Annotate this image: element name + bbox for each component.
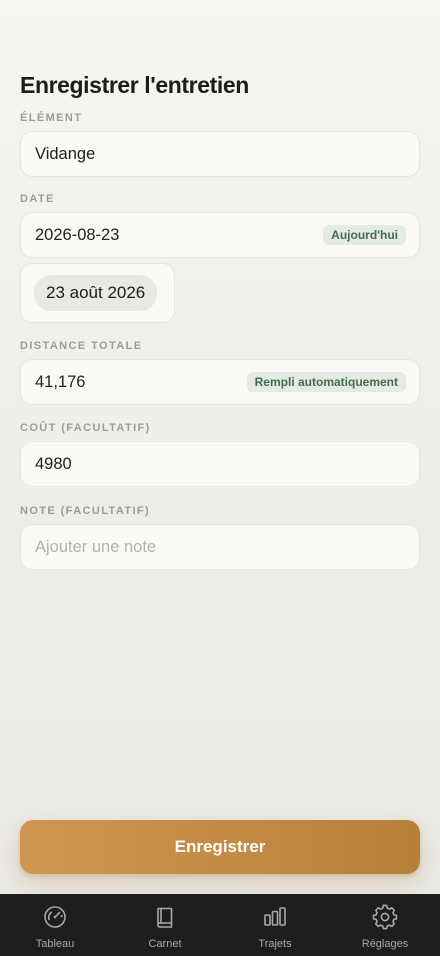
book-icon [152, 904, 178, 935]
element-label: ÉLÉMENT [20, 112, 83, 124]
tab-label-carnet: Carnet [148, 938, 182, 950]
gear-icon [372, 904, 398, 935]
distance-label: DISTANCE TOTALE [20, 340, 143, 352]
page-title: Enregistrer l'entretien [20, 72, 249, 98]
date-value: 2026-08-23 [35, 225, 120, 244]
tab-label-trajets: Trajets [258, 938, 292, 950]
tab-reglages[interactable]: Réglages [330, 894, 440, 956]
tab-carnet[interactable]: Carnet [110, 894, 220, 956]
tab-trajets[interactable]: Trajets [220, 894, 330, 956]
distance-value: 41,176 [35, 372, 86, 391]
element-field[interactable]: Vidange [20, 131, 420, 177]
bars-icon [262, 904, 288, 935]
date-field[interactable]: 2026-08-23 Aujourd'hui [20, 212, 420, 258]
autofill-badge: Rempli automatiquement [246, 372, 406, 392]
tab-tableau[interactable]: Tableau [0, 894, 110, 956]
note-label: NOTE (FACULTATIF) [20, 505, 151, 517]
gauge-icon [42, 904, 68, 935]
date-label: DATE [20, 193, 55, 205]
date-picker-card: 23 août 2026 [20, 263, 175, 323]
element-value: Vidange [35, 144, 96, 163]
save-button[interactable]: Enregistrer [20, 820, 420, 874]
note-input[interactable] [35, 537, 406, 557]
cost-value: 4980 [35, 454, 72, 473]
date-picker-button[interactable]: 23 août 2026 [34, 275, 158, 311]
cost-label: COÛT (FACULTATIF) [20, 422, 151, 434]
tab-label-tableau: Tableau [35, 938, 75, 950]
tab-label-reglages: Réglages [361, 938, 409, 950]
tab-bar: Tableau Carnet Trajets Réglages [0, 894, 440, 956]
cost-field[interactable]: 4980 [20, 441, 420, 487]
distance-field[interactable]: 41,176 Rempli automatiquement [20, 359, 420, 405]
note-field [20, 524, 420, 570]
today-badge[interactable]: Aujourd'hui [323, 225, 406, 245]
